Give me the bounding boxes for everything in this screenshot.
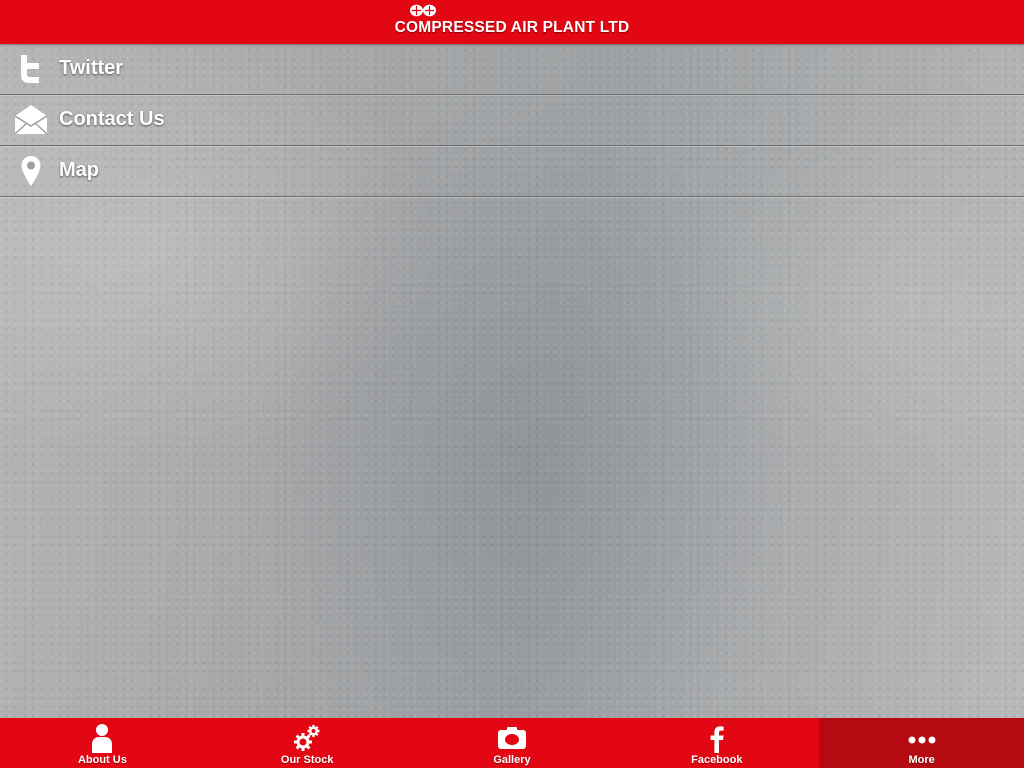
app-header: COMPRESSED AIR PLANT LTD: [0, 0, 1024, 44]
map-pin-icon: [21, 156, 41, 186]
tab-label: Facebook: [691, 754, 743, 766]
tab-about-us[interactable]: About Us: [0, 718, 205, 768]
twitter-icon: [21, 55, 39, 83]
tab-our-stock[interactable]: Our Stock: [205, 718, 410, 768]
facebook-icon: [710, 726, 724, 753]
tab-gallery[interactable]: Gallery: [410, 718, 615, 768]
menu-item-contact-us[interactable]: Contact Us: [0, 95, 1024, 146]
bottom-tab-bar: About Us Our Stock Gallery Facebook More: [0, 718, 1024, 768]
tab-label: About Us: [77, 754, 127, 766]
company-name: COMPRESSED AIR PLANT LTD: [394, 19, 630, 36]
menu-item-twitter[interactable]: Twitter: [0, 44, 1024, 95]
envelope-icon: [14, 105, 48, 135]
person-icon: [92, 724, 113, 753]
tab-label: Gallery: [493, 754, 531, 766]
more-dots-icon: [908, 736, 936, 744]
tab-more[interactable]: More: [819, 718, 1024, 768]
tab-label: More: [908, 754, 935, 766]
menu-item-label: Twitter: [59, 57, 124, 79]
gears-icon: [294, 725, 320, 751]
menu-item-label: Map: [59, 159, 99, 181]
tab-label: Our Stock: [280, 754, 334, 766]
menu-item-label: Contact Us: [59, 108, 165, 130]
company-logo-icon: [410, 4, 436, 17]
tab-facebook[interactable]: Facebook: [614, 718, 819, 768]
menu-item-map[interactable]: Map: [0, 146, 1024, 197]
more-menu-list: Twitter Contact Us Map: [0, 44, 1024, 197]
camera-icon: [497, 727, 526, 749]
